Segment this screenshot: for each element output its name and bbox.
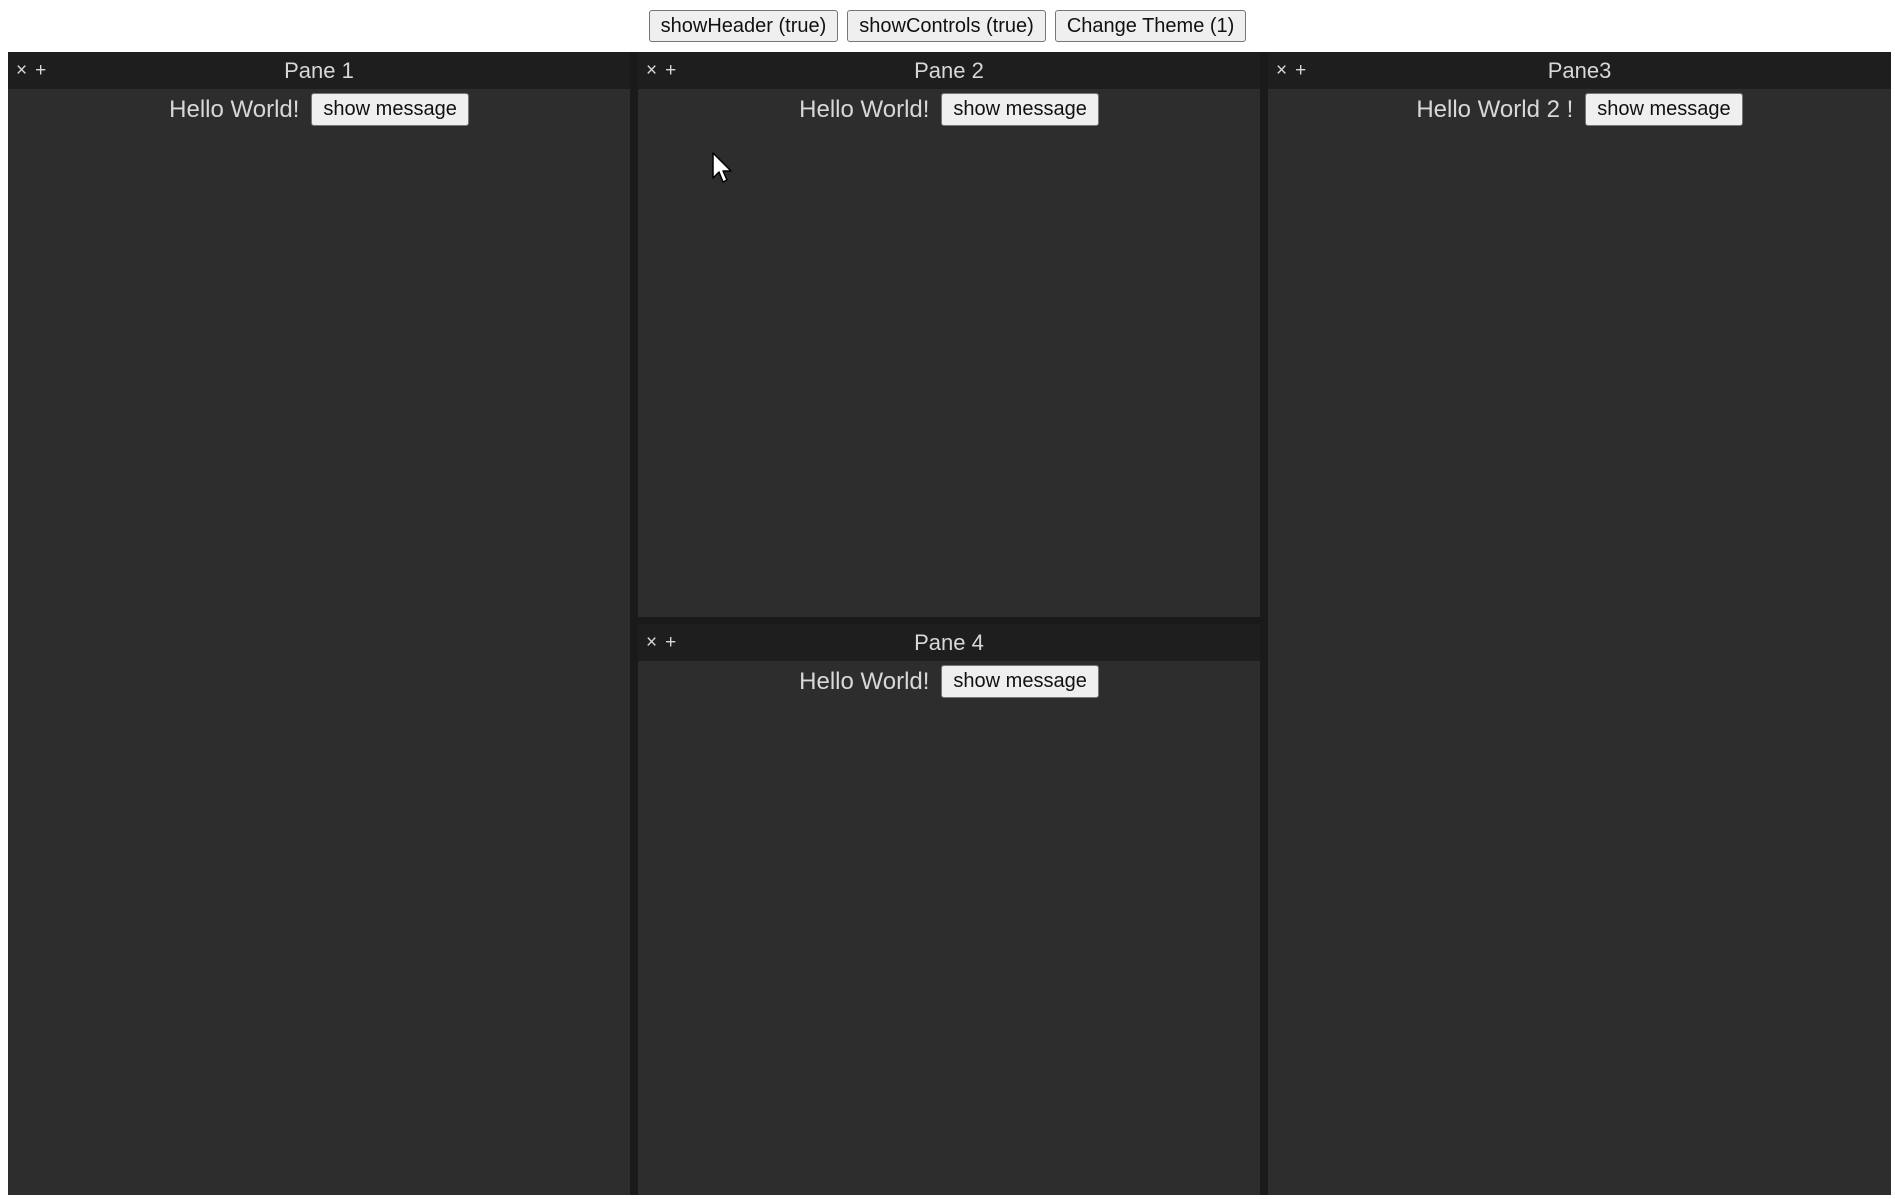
pane-body: Hello World! show message: [638, 89, 1260, 617]
pane-body: Hello World! show message: [638, 661, 1260, 1195]
show-message-button[interactable]: show message: [941, 93, 1099, 126]
pane-header[interactable]: × + Pane 1: [8, 52, 630, 89]
change-theme-button[interactable]: Change Theme (1): [1054, 10, 1247, 42]
pane-content: Hello World 2 ! show message: [1268, 93, 1891, 126]
hello-message: Hello World 2 !: [1416, 95, 1574, 123]
pane-4: × + Pane 4 Hello World! show message: [638, 624, 1260, 1195]
show-controls-toggle-button[interactable]: showControls (true): [847, 10, 1046, 42]
show-message-button[interactable]: show message: [311, 93, 469, 126]
show-message-button[interactable]: show message: [1585, 93, 1743, 126]
hello-message: Hello World!: [169, 95, 300, 123]
hello-message: Hello World!: [799, 95, 930, 123]
pane-3: × + Pane3 Hello World 2 ! show message: [1268, 52, 1891, 1195]
pane-title: Pane 4: [914, 630, 984, 655]
top-toolbar: showHeader (true) showControls (true) Ch…: [0, 0, 1895, 52]
pane-body: Hello World 2 ! show message: [1268, 89, 1891, 1195]
show-message-button[interactable]: show message: [941, 665, 1099, 698]
pane-content: Hello World! show message: [8, 93, 630, 126]
hello-message: Hello World!: [799, 667, 930, 695]
pane-body: Hello World! show message: [8, 89, 630, 1195]
pane-layout: × + Pane 1 Hello World! show message × +…: [8, 52, 1891, 1195]
pane-content: Hello World! show message: [638, 93, 1260, 126]
pane-2: × + Pane 2 Hello World! show message: [638, 52, 1260, 617]
pane-header[interactable]: × + Pane 2: [638, 52, 1260, 89]
pane-title: Pane 1: [284, 58, 354, 83]
pane-title: Pane 2: [914, 58, 984, 83]
pane-header[interactable]: × + Pane 4: [638, 624, 1260, 661]
pane-header[interactable]: × + Pane3: [1268, 52, 1891, 89]
show-header-toggle-button[interactable]: showHeader (true): [648, 10, 839, 42]
pane-title: Pane3: [1547, 58, 1612, 83]
pane-content: Hello World! show message: [638, 665, 1260, 698]
pane-1: × + Pane 1 Hello World! show message: [8, 52, 630, 1195]
